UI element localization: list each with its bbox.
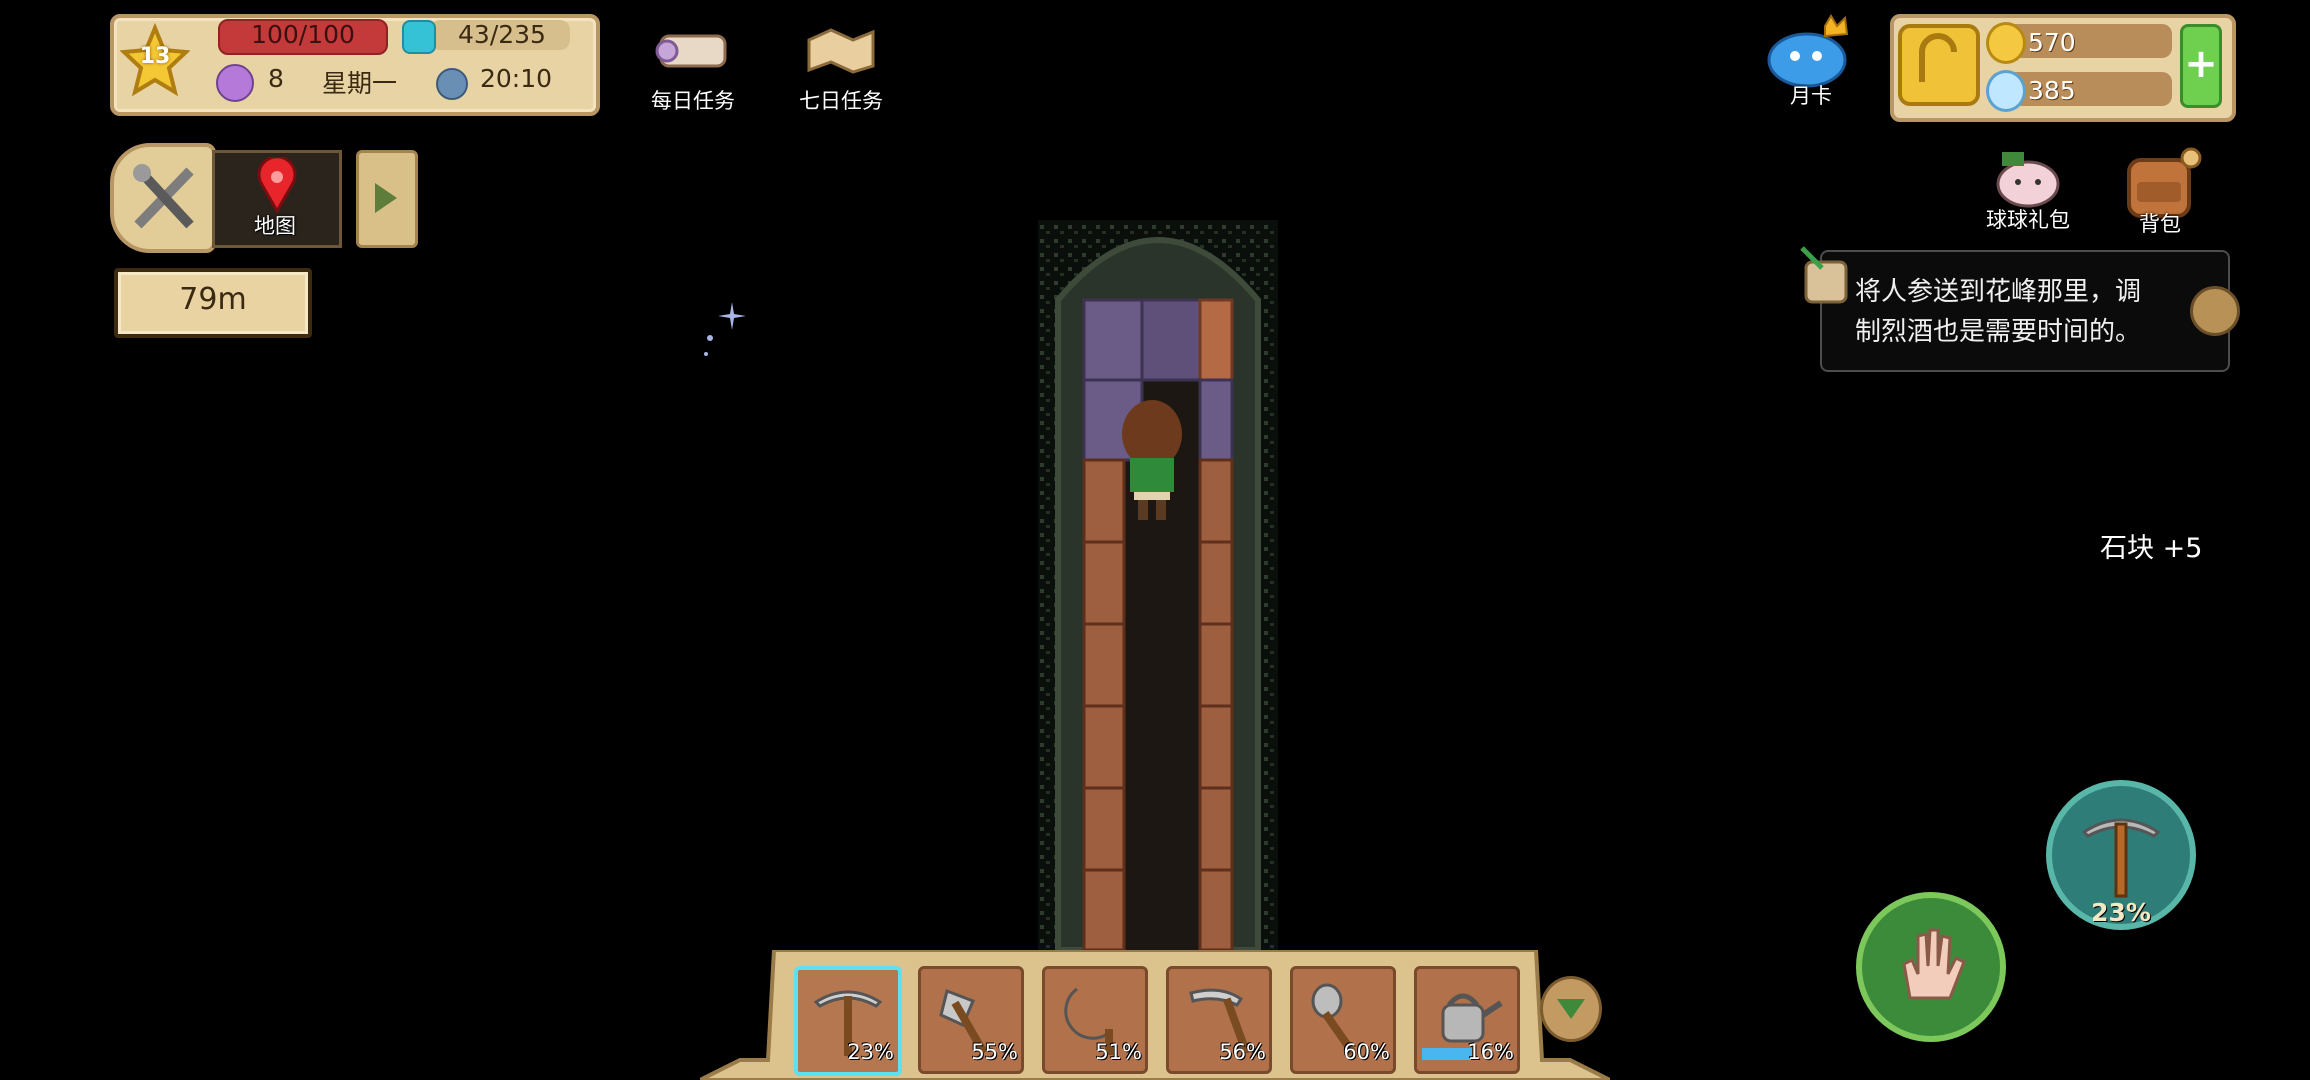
time-label: 20:10: [480, 64, 553, 93]
interact-hand-button[interactable]: [1856, 892, 2006, 1042]
quest-scroll-icon: [1800, 246, 1848, 304]
quest-notice-text: 将人参送到花峰那里，调 制烈酒也是需要时间的。: [1855, 272, 2185, 352]
slime-king-icon: [1767, 14, 1849, 88]
depth-value: 79m: [179, 282, 247, 317]
mine-shaft: [1038, 220, 1278, 950]
energy-value: 43/235: [458, 20, 546, 49]
clock-icon: [436, 68, 468, 100]
map-scroll-icon: [807, 28, 875, 74]
add-currency-button[interactable]: +: [2180, 24, 2222, 108]
chevron-down-icon: [1557, 999, 1585, 1019]
tool-durability: 51%: [1095, 1040, 1142, 1064]
seven-day-task-button[interactable]: 七日任务: [786, 22, 896, 115]
season-icon: [216, 64, 254, 102]
wrench-screwdriver-icon: [133, 164, 194, 229]
monthly-card-button[interactable]: 月卡: [1756, 14, 1866, 110]
map-label: 地图: [254, 214, 296, 238]
snail-shell-icon: [1898, 24, 1980, 106]
backpack-button[interactable]: 背包: [2100, 146, 2220, 238]
hotbar-toggle-button[interactable]: [1540, 976, 1602, 1042]
hand-icon: [1902, 928, 1966, 1000]
daily-task-button[interactable]: 每日任务: [638, 22, 748, 115]
pickaxe-durability: 23%: [2091, 898, 2151, 927]
expand-arrow-button[interactable]: [356, 150, 418, 248]
gift-pack-label: 球球礼包: [1986, 208, 2070, 232]
gem-amount: 385: [2028, 76, 2076, 105]
day-number: 8: [268, 64, 284, 93]
diamond-icon: [1986, 70, 2026, 112]
monthly-card-label: 月卡: [1790, 84, 1832, 108]
level-number: 13: [139, 44, 171, 69]
notice-collapse-button[interactable]: [2190, 286, 2240, 336]
weekday-label: 星期一: [322, 69, 398, 98]
energy-icon: [402, 20, 436, 54]
gold-coin-icon: [1986, 22, 2026, 64]
daily-task-label: 每日任务: [651, 89, 735, 113]
sparkle-icon: [704, 302, 746, 356]
backpack-label: 背包: [2139, 212, 2181, 236]
map-pin-icon: [257, 157, 297, 213]
play-arrow-icon: [375, 183, 397, 213]
pickaxe-icon: [2081, 818, 2161, 898]
tool-durability: 16%: [1467, 1040, 1514, 1064]
item-pickup-message: 石块 +5: [2100, 533, 2203, 564]
tool-durability: 55%: [971, 1040, 1018, 1064]
gold-amount: 570: [2028, 28, 2076, 57]
tools-button[interactable]: [110, 143, 216, 253]
tool-durability: 23%: [847, 1040, 894, 1064]
tool-durability: 56%: [1219, 1040, 1266, 1064]
tool-durability: 60%: [1343, 1040, 1390, 1064]
quest-notice-line-2: 制烈酒也是需要时间的。: [1855, 317, 2142, 347]
hp-value: 100/100: [251, 20, 355, 49]
scroll-icon: [655, 34, 727, 68]
gift-pack-button[interactable]: 球球礼包: [1968, 146, 2088, 234]
gift-pig-icon: [1996, 152, 2060, 208]
quest-notice-line-1: 将人参送到花峰那里，调: [1855, 277, 2142, 307]
seven-day-task-label: 七日任务: [799, 89, 883, 113]
